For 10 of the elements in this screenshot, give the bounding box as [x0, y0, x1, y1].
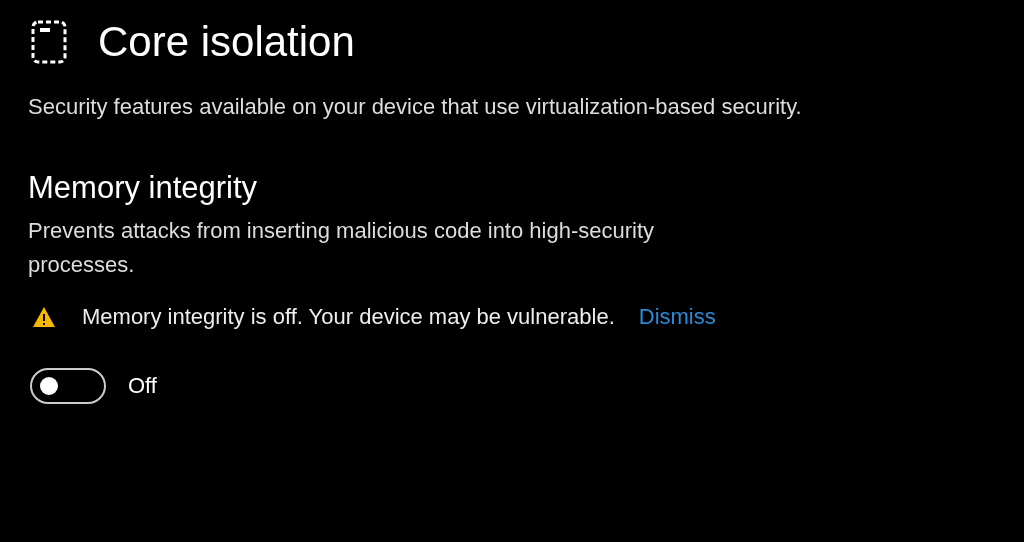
toggle-switch[interactable]	[30, 368, 106, 404]
toggle-label: Off	[128, 373, 157, 399]
dismiss-link[interactable]: Dismiss	[638, 304, 716, 330]
section-description: Prevents attacks from inserting malicious code into high-security processes.	[28, 217, 656, 279]
page-description: Security features available on your device that use virtualization-based security.	[28, 93, 803, 121]
warning-icon	[32, 306, 56, 328]
section-title: Memory integrity	[28, 170, 259, 206]
device-icon	[30, 19, 68, 65]
page-title: Core isolation	[98, 18, 355, 66]
warning-message: Memory integrity is off. Your device may be vulnerable.	[82, 304, 615, 330]
